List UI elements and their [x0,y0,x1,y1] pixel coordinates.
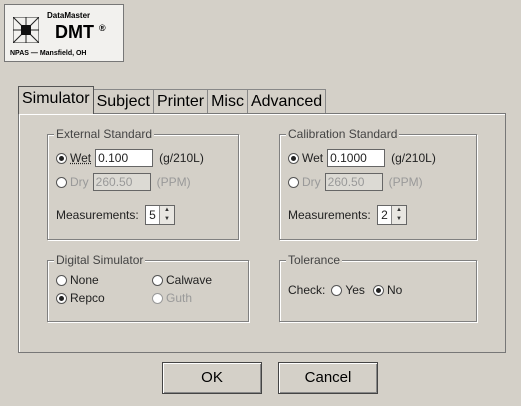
calibration-dry-input[interactable]: 260.50 [324,173,383,191]
calibration-measurements-row: Measurements: 2 ▲ ▼ [288,205,407,225]
calibration-measurements-value: 2 [381,208,388,222]
external-measurements-label: Measurements: [56,208,139,222]
sim-option-none: None [56,273,99,287]
external-standard-group: External Standard Wet 0.100 (g/210L) Dry… [47,127,239,240]
tolerance-yes-radio[interactable] [331,284,343,296]
calibration-dry-label: Dry [302,175,321,189]
simulator-panel: External Standard Wet 0.100 (g/210L) Dry… [18,113,506,353]
spin-up-icon[interactable]: ▲ [392,206,406,215]
tab-misc[interactable]: Misc [207,89,248,113]
external-dry-label: Dry [70,175,89,189]
calibration-dry-unit: (PPM) [388,175,423,189]
guth-radio[interactable] [152,292,163,304]
tolerance-check-label: Check: [288,283,326,297]
none-label: None [70,273,99,287]
digital-simulator-title: Digital Simulator [54,253,146,267]
external-wet-radio[interactable] [56,152,67,164]
calibration-wet-radio[interactable] [288,152,299,164]
none-radio[interactable] [56,274,67,286]
external-measurements-value: 5 [149,208,156,222]
external-wet-row: Wet 0.100 (g/210L) [56,149,204,167]
external-wet-input[interactable]: 0.100 [95,149,154,167]
calibration-standard-group: Calibration Standard Wet 0.1000 (g/210L)… [279,127,477,240]
logo-model: DMT ® [55,22,106,42]
tolerance-no-radio[interactable] [372,284,384,296]
ok-button[interactable]: OK [162,362,262,394]
calibration-wet-label: Wet [302,151,324,165]
repco-radio[interactable] [56,292,67,304]
tolerance-check-row: Check: Yes No [288,283,402,297]
tolerance-group: Tolerance Check: Yes No [279,253,477,322]
tolerance-title: Tolerance [286,253,343,267]
external-wet-unit: (g/210L) [159,151,204,165]
logo-subtitle: NPAS — Mansfield, OH [10,50,87,57]
guth-label: Guth [166,291,193,305]
spin-up-icon[interactable]: ▲ [160,206,174,215]
spin-down-icon[interactable]: ▼ [160,215,174,224]
cancel-button[interactable]: Cancel [278,362,378,394]
calibration-dry-row: Dry 260.50 (PPM) [288,173,423,191]
sim-option-guth: Guth [152,291,192,305]
tab-simulator[interactable]: Simulator [18,86,94,114]
app-logo: DataMaster DMT ® NPAS — Mansfield, OH [4,4,124,62]
tolerance-no-label: No [386,283,403,297]
calwave-radio[interactable] [152,274,163,286]
repco-label: Repco [70,291,105,305]
calibration-measurements-stepper[interactable]: 2 ▲ ▼ [376,205,407,225]
external-dry-unit: (PPM) [156,175,191,189]
calibration-wet-input[interactable]: 0.1000 [327,149,386,167]
external-standard-title: External Standard [54,127,155,141]
external-wet-label: Wet [70,151,92,165]
external-dry-row: Dry 260.50 (PPM) [56,173,191,191]
calibration-dry-radio[interactable] [288,176,299,188]
calibration-wet-row: Wet 0.1000 (g/210L) [288,149,436,167]
calibration-standard-title: Calibration Standard [286,127,400,141]
external-measurements-row: Measurements: 5 ▲ ▼ [56,205,175,225]
tab-advanced[interactable]: Advanced [246,89,327,113]
tab-printer[interactable]: Printer [152,89,209,113]
tab-subject[interactable]: Subject [92,89,154,113]
external-dry-radio[interactable] [56,176,67,188]
sim-option-calwave: Calwave [152,273,212,287]
calibration-wet-unit: (g/210L) [391,151,436,165]
spin-down-icon[interactable]: ▼ [392,215,406,224]
sim-option-repco: Repco [56,291,105,305]
dmt-logo-icon [13,17,39,43]
digital-simulator-group: Digital Simulator None Calwave Repco Gut… [47,253,249,322]
tab-bar: Simulator Subject Printer Misc Advanced [18,86,327,114]
logo-brand: DataMaster [47,11,91,20]
external-dry-input[interactable]: 260.50 [92,173,151,191]
calwave-label: Calwave [166,273,213,287]
calibration-measurements-label: Measurements: [288,208,371,222]
external-measurements-stepper[interactable]: 5 ▲ ▼ [144,205,175,225]
tolerance-yes-label: Yes [345,283,365,297]
